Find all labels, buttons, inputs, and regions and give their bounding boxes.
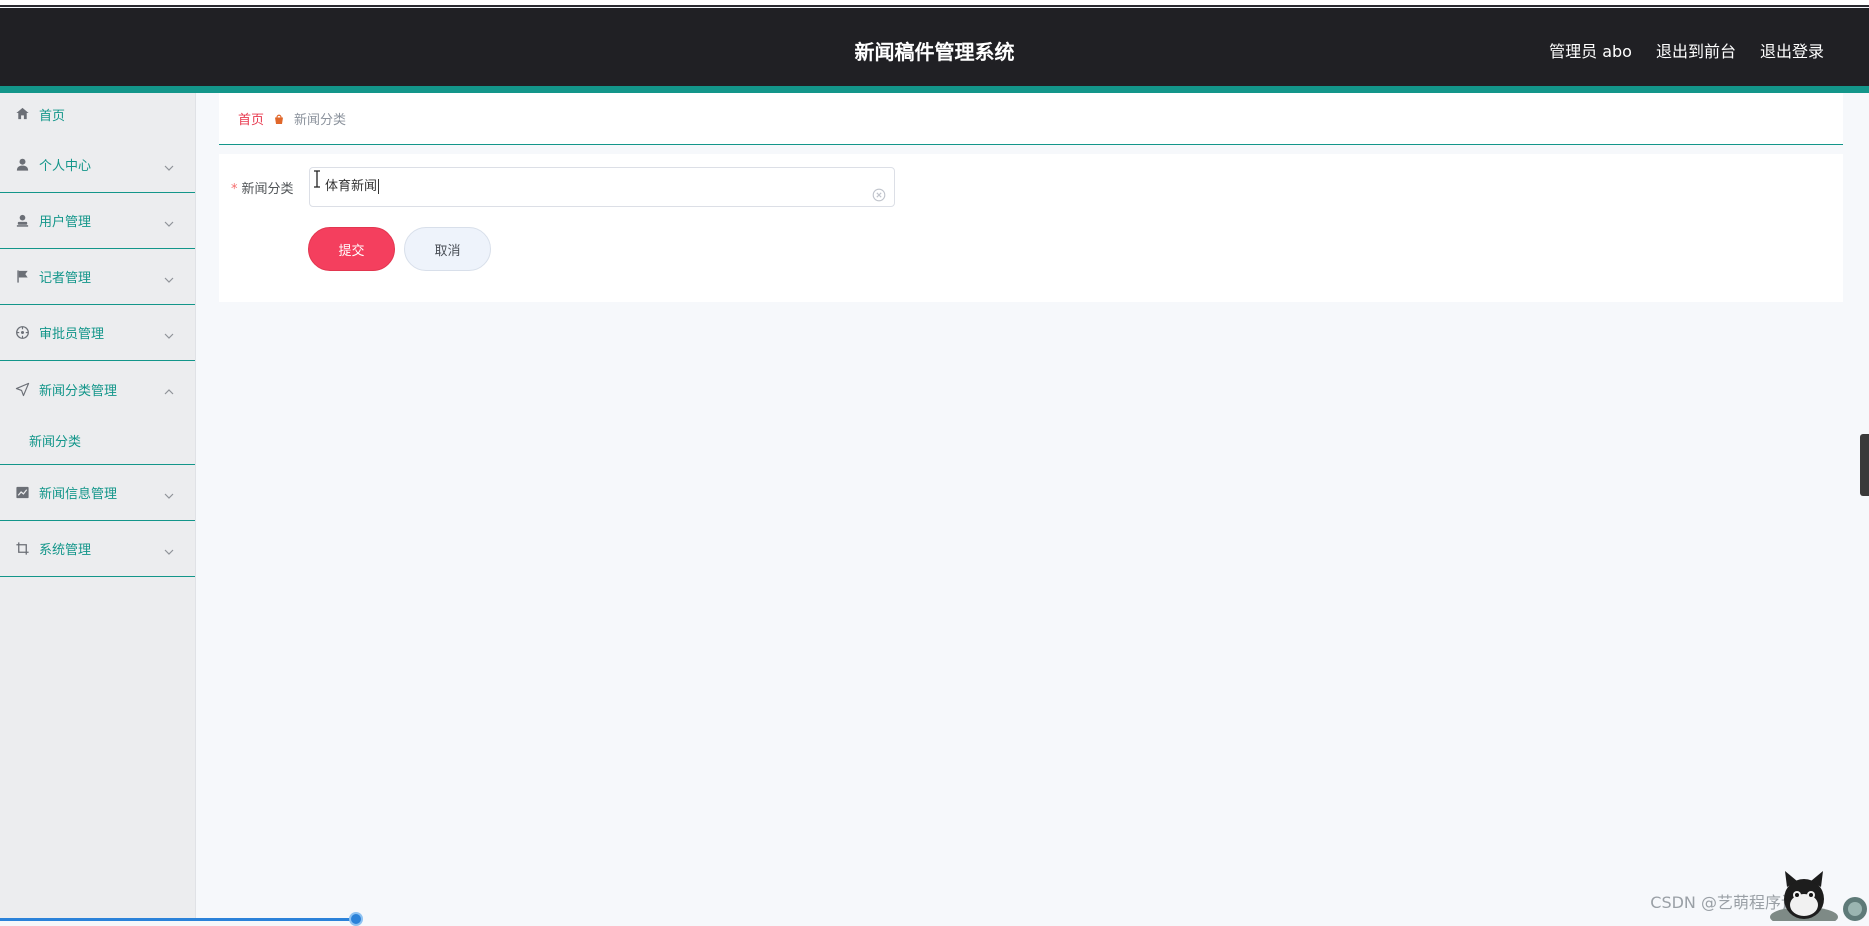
sidebar-item-label: 新闻信息管理 [39,483,117,502]
header-accent-bar [0,86,1869,93]
sidebar-item-home[interactable]: 首页 [0,93,195,137]
sidebar-item-user-management[interactable]: 用户管理 [0,193,195,249]
sidebar-item-label: 记者管理 [39,267,91,286]
sidebar-item-system-management[interactable]: 系统管理 [0,521,195,577]
chevron-down-icon [163,487,175,499]
exit-to-front-link[interactable]: 退出到前台 [1656,38,1736,62]
trend-chart-icon [14,485,30,501]
chevron-down-icon [163,215,175,227]
chevron-down-icon [163,159,175,171]
progress-knob[interactable] [349,912,363,926]
breadcrumb: 首页 新闻分类 [219,93,1843,145]
app-header: 新闻稿件管理系统 管理员 abo 退出到前台 退出登录 [0,8,1869,86]
sidebar-item-label: 新闻分类管理 [39,380,117,399]
sidebar-item-approver-management[interactable]: 审批员管理 [0,305,195,361]
user-icon [14,157,30,173]
sidebar-item-reporter-management[interactable]: 记者管理 [0,249,195,305]
location-arrow-icon [14,381,30,397]
breadcrumb-current: 新闻分类 [294,109,346,128]
current-user-label: 管理员 abo [1549,38,1632,62]
scrollbar-thumb[interactable] [1860,434,1869,496]
user-stamp-icon [14,213,30,229]
required-mark: * [231,182,238,197]
sidebar-item-label: 个人中心 [39,155,91,174]
sidebar-item-personal-center[interactable]: 个人中心 [0,137,195,193]
logout-link[interactable]: 退出登录 [1760,38,1824,62]
sidebar-item-news-info-management[interactable]: 新闻信息管理 [0,465,195,521]
ibeam-cursor-icon [312,170,322,188]
chevron-down-icon [163,543,175,555]
breadcrumb-home-link[interactable]: 首页 [238,109,264,128]
flag-icon [14,269,30,285]
home-icon [14,105,30,121]
sidebar-item-label: 首页 [39,105,65,124]
compass-icon [14,325,30,341]
chevron-up-icon [163,383,175,395]
news-category-input[interactable]: 体育新闻 [309,167,895,207]
sidebar-item-label: 系统管理 [39,539,91,558]
field-label: * 新闻分类 [231,178,294,197]
form-card: * 新闻分类 体育新闻 提交 取消 [219,154,1843,302]
sidebar-item-label: 审批员管理 [39,323,104,342]
submit-button[interactable]: 提交 [308,227,395,271]
text-caret [378,179,379,194]
sidebar-group-news-category: 新闻分类管理 新闻分类 [0,361,195,465]
news-category-input-value: 体育新闻 [325,179,377,194]
breadcrumb-separator-icon [273,113,285,125]
top-strip-line [0,5,1869,7]
clear-icon[interactable] [872,180,886,194]
field-label-text: 新闻分类 [242,182,294,197]
sidebar-subitem-news-category[interactable]: 新闻分类 [0,417,195,465]
cat-mascot-icon [1759,859,1869,921]
sidebar: 首页 个人中心 用户管理 记者管理 审批员管理 [0,93,196,921]
header-actions: 管理员 abo 退出到前台 退出登录 [1549,38,1824,62]
chevron-down-icon [163,327,175,339]
crop-icon [14,541,30,557]
cancel-button[interactable]: 取消 [404,227,491,271]
sidebar-item-news-category-management[interactable]: 新闻分类管理 [0,361,195,417]
chevron-down-icon [163,271,175,283]
sidebar-item-label: 用户管理 [39,211,91,230]
